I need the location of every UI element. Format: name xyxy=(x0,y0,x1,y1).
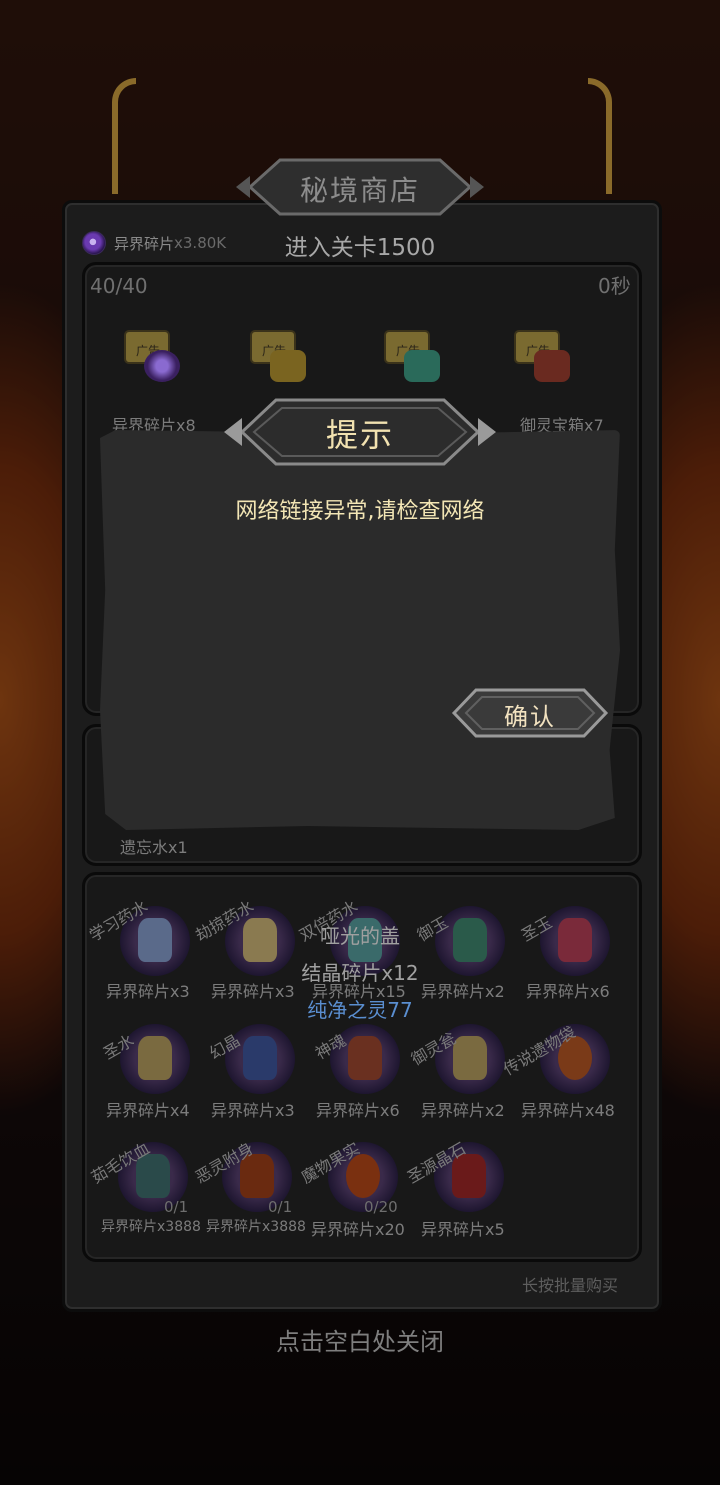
item-price: 异界碎片x6 xyxy=(316,1101,400,1120)
holy-water-icon xyxy=(138,1036,172,1080)
item-price: 异界碎片x2 xyxy=(421,1101,505,1120)
left-horn-decoration xyxy=(112,78,136,194)
teal-chest-icon xyxy=(404,350,440,382)
ad-timer: 0秒 xyxy=(598,274,631,298)
middle-item-label: 遗忘水x1 xyxy=(120,838,188,857)
confirm-button-label: 确认 xyxy=(504,703,556,731)
item-price: 异界碎片x4 xyxy=(106,1101,190,1120)
void-orb-icon xyxy=(144,350,180,382)
item-price: 异界碎片x48 xyxy=(521,1101,615,1120)
ad-offer-red-chest[interactable]: 广告 xyxy=(510,326,570,382)
gold-chest-icon xyxy=(270,350,306,382)
soul-icon xyxy=(348,1036,382,1080)
close-hint[interactable]: 点击空白处关闭 xyxy=(0,1322,720,1357)
shop-title: 秘境商店 xyxy=(299,174,420,207)
batch-buy-hint: 长按批量购买 xyxy=(522,1276,619,1295)
item-price: 异界碎片x3888 xyxy=(206,1219,306,1235)
alert-dialog xyxy=(100,430,620,830)
red-chest-icon xyxy=(534,350,570,382)
ad-offer-gold-chest[interactable]: 广告 xyxy=(246,326,306,382)
item-price: 异界碎片x5 xyxy=(421,1220,505,1239)
shop-title-plate: 秘境商店 xyxy=(232,152,488,222)
dialog-title: 提示 xyxy=(325,416,394,454)
dialog-title-plate: 提示 xyxy=(220,392,500,472)
ad-offer-void-shards[interactable]: 广告 xyxy=(120,326,180,382)
ad-counter: 40/40 xyxy=(90,274,148,298)
item-count: 0/1 xyxy=(164,1198,189,1216)
item-count: 0/1 xyxy=(268,1198,293,1216)
ad-offer-teal-chest[interactable]: 广告 xyxy=(380,326,440,382)
right-horn-decoration xyxy=(588,78,612,194)
item-count: 0/20 xyxy=(364,1198,398,1216)
confirm-button[interactable]: 确认 xyxy=(450,686,610,740)
item-price: 异界碎片x3 xyxy=(211,1101,295,1120)
stage-label: 进入关卡1500 xyxy=(284,235,436,261)
overlay-line: 结晶碎片x12 xyxy=(301,961,419,985)
dialog-message: 网络链接异常,请检查网络 xyxy=(235,499,485,524)
crystal-icon xyxy=(243,1036,277,1080)
overlay-line: 哑光的盖 xyxy=(320,924,400,948)
item-price: 异界碎片x3888 xyxy=(101,1219,201,1235)
overlay-line: 纯净之灵77 xyxy=(307,998,413,1022)
item-price: 异界碎片x20 xyxy=(311,1220,405,1239)
